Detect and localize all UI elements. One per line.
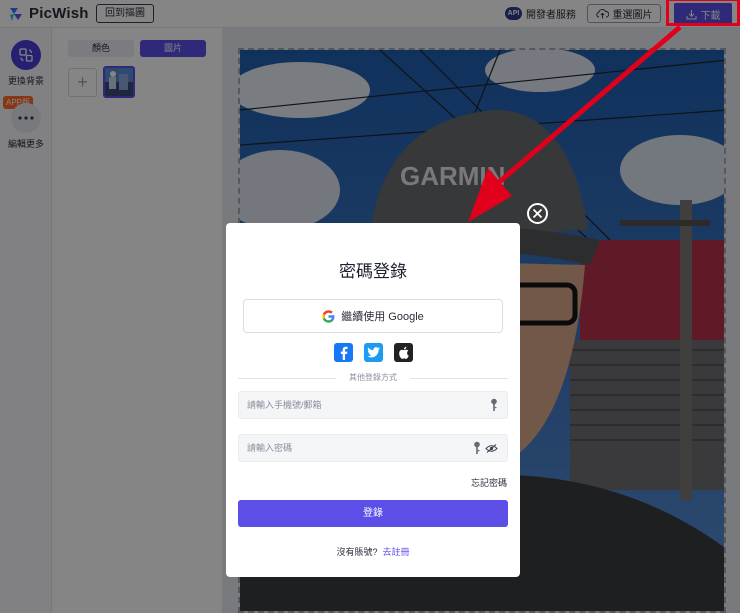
divider-label: 其他登錄方式 [349,373,397,382]
facebook-icon [340,346,347,360]
register-prompt: 沒有賬號? 去註冊 [226,545,520,558]
twitter-login-button[interactable] [363,343,383,362]
twitter-icon [366,347,380,358]
key-icon [474,441,480,454]
download-highlight-box [666,0,740,26]
close-modal-button[interactable] [527,203,548,224]
login-button[interactable]: 登錄 [238,500,508,527]
other-login-divider: 其他登錄方式 [238,373,508,383]
apple-login-button[interactable] [393,343,413,362]
page: PicWish 回到摳圖 API 開發者服務 重選圖片 下載 更換背景 APP版… [0,0,740,613]
close-icon [532,208,543,219]
apple-icon [398,346,409,359]
social-login-row [226,343,520,362]
google-icon [322,309,335,323]
forgot-password-link[interactable]: 忘記密碼 [471,476,507,489]
account-field [238,391,508,419]
password-input[interactable] [239,435,469,461]
register-link[interactable]: 去註冊 [383,547,410,557]
password-field [238,434,508,462]
no-account-text: 沒有賬號? [336,547,378,557]
login-modal: 密碼登錄 繼續使用 Google 其他登錄方式 請輸入手機號/郵箱 忘記密碼 登… [226,223,520,577]
modal-title: 密碼登錄 [339,262,407,281]
continue-with-google-button[interactable]: 繼續使用 Google [243,299,503,333]
account-input[interactable] [239,392,469,418]
google-button-label: 繼續使用 Google [341,311,424,323]
key-icon [491,398,497,411]
hide-password-icon[interactable] [485,444,498,453]
facebook-login-button[interactable] [333,343,353,362]
